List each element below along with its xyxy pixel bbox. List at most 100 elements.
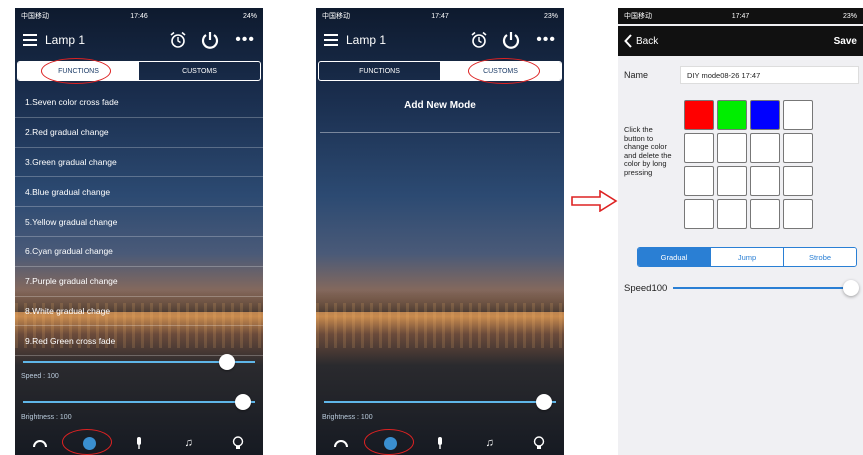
empty-color-slot[interactable]: [783, 133, 813, 163]
status-bar: 中国移动 17:46 24%: [15, 8, 263, 24]
chevron-left-icon: [624, 34, 632, 48]
function-list-item[interactable]: 4.Blue gradual change: [15, 177, 263, 208]
speed-track: [673, 287, 851, 289]
empty-color-slot[interactable]: [750, 166, 780, 196]
speed-thumb[interactable]: [843, 280, 859, 296]
lamp-title: Lamp 1: [45, 33, 86, 47]
empty-color-slot[interactable]: [684, 133, 714, 163]
function-list: 1.Seven color cross fade 2.Red gradual ch…: [15, 88, 263, 357]
speed-slider[interactable]: [23, 354, 255, 370]
color-hint-text: Click the button to change color and del…: [624, 125, 672, 177]
gauge-icon[interactable]: [328, 433, 354, 453]
function-list-item[interactable]: 5.Yellow gradual change: [15, 207, 263, 237]
music-icon[interactable]: ♫: [477, 433, 503, 453]
status-time: 17:47: [431, 12, 449, 20]
phone-customs-screen: 中国移动 17:47 23% Lamp 1 ••• FUNCTIONS CUST…: [316, 8, 564, 455]
color-dot-icon[interactable]: [76, 433, 102, 453]
empty-color-slot[interactable]: [717, 133, 747, 163]
tab-functions[interactable]: FUNCTIONS: [18, 62, 139, 80]
tab-strobe[interactable]: Strobe: [783, 248, 856, 266]
tab-jump[interactable]: Jump: [710, 248, 783, 266]
name-row: Name DIY mode08-26 17:47: [624, 66, 859, 84]
color-swatch[interactable]: [750, 100, 780, 130]
right-arrow-icon: [570, 189, 618, 213]
empty-color-slot[interactable]: [783, 166, 813, 196]
function-list-item[interactable]: 1.Seven color cross fade: [15, 88, 263, 118]
name-field[interactable]: DIY mode08-26 17:47: [680, 66, 859, 84]
alarm-clock-icon[interactable]: [468, 29, 490, 51]
function-list-item[interactable]: 7.Purple gradual change: [15, 267, 263, 297]
power-icon[interactable]: [500, 29, 522, 51]
power-icon[interactable]: [199, 29, 221, 51]
color-dot-icon[interactable]: [377, 433, 403, 453]
water-reflection: [316, 303, 564, 348]
mic-icon[interactable]: [126, 433, 152, 453]
function-list-item[interactable]: 9.Red Green cross fade: [15, 326, 263, 357]
speed-thumb[interactable]: [219, 354, 235, 370]
status-time: 17:47: [731, 12, 750, 20]
tutorial-composite: 中国移动 17:46 24% Lamp 1 ••• FUNCTIONS CUST…: [0, 0, 863, 455]
tab-functions[interactable]: FUNCTIONS: [319, 62, 440, 80]
function-list-item[interactable]: 2.Red gradual change: [15, 118, 263, 148]
brightness-label: Brightness : 100: [322, 414, 373, 421]
status-carrier: 中国移动: [21, 13, 49, 20]
tab-customs[interactable]: CUSTOMS: [139, 62, 260, 80]
color-swatch[interactable]: [717, 100, 747, 130]
status-bar: 中国移动 17:47 23%: [316, 8, 564, 24]
empty-color-slot[interactable]: [684, 166, 714, 196]
status-bar: 中国移动 17:47 23%: [618, 8, 863, 24]
brightness-slider[interactable]: [23, 394, 255, 410]
color-swatch[interactable]: [684, 100, 714, 130]
empty-color-slot[interactable]: [750, 133, 780, 163]
function-list-item[interactable]: 6.Cyan gradual change: [15, 237, 263, 267]
status-carrier: 中国移动: [624, 13, 652, 20]
name-label: Name: [624, 70, 649, 80]
tab-customs[interactable]: CUSTOMS: [440, 62, 561, 80]
phone-functions-screen: 中国移动 17:46 24% Lamp 1 ••• FUNCTIONS CUST…: [15, 8, 263, 455]
bulb-icon[interactable]: [225, 433, 251, 453]
back-label: Back: [636, 35, 659, 47]
empty-color-slot[interactable]: [684, 199, 714, 229]
lamp-title: Lamp 1: [346, 33, 387, 47]
tab-gradual[interactable]: Gradual: [638, 248, 710, 266]
status-battery: 23%: [544, 12, 559, 20]
function-list-item[interactable]: 3.Green gradual change: [15, 148, 263, 178]
transition-mode-tabs: Gradual Jump Strobe: [637, 247, 857, 267]
bottom-tab-bar: ♫: [316, 431, 564, 455]
back-button[interactable]: Back: [624, 34, 834, 48]
status-battery: 23%: [843, 12, 858, 20]
top-bar: Lamp 1 •••: [316, 26, 564, 54]
color-grid: [684, 100, 813, 229]
speed-slider[interactable]: [673, 280, 859, 296]
brightness-track: [23, 401, 255, 403]
empty-color-slot[interactable]: [750, 199, 780, 229]
bulb-icon[interactable]: [526, 433, 552, 453]
function-list-item[interactable]: 8.White gradual chage: [15, 297, 263, 327]
gauge-icon[interactable]: [27, 433, 53, 453]
empty-color-slot[interactable]: [717, 199, 747, 229]
color-swatch[interactable]: [783, 100, 813, 130]
more-options-icon[interactable]: •••: [235, 31, 255, 49]
speed-label: Speed100: [624, 282, 668, 294]
music-icon[interactable]: ♫: [176, 433, 202, 453]
menu-icon[interactable]: [324, 34, 338, 46]
mode-tabs: FUNCTIONS CUSTOMS: [318, 61, 562, 81]
more-options-icon[interactable]: •••: [536, 31, 556, 49]
empty-color-slot[interactable]: [783, 199, 813, 229]
add-new-mode-button[interactable]: Add New Mode: [316, 100, 564, 111]
empty-color-slot[interactable]: [717, 166, 747, 196]
menu-icon[interactable]: [23, 34, 37, 46]
brightness-track: [324, 401, 556, 403]
brightness-thumb[interactable]: [235, 394, 251, 410]
phone-diy-mode-screen: 中国移动 17:47 23% Back Save Name DIY mode08…: [618, 8, 863, 455]
mode-tabs: FUNCTIONS CUSTOMS: [17, 61, 261, 81]
alarm-clock-icon[interactable]: [167, 29, 189, 51]
brightness-slider[interactable]: [324, 394, 556, 410]
status-time: 17:46: [130, 12, 148, 20]
brightness-label: Brightness : 100: [21, 414, 72, 421]
save-button[interactable]: Save: [834, 36, 857, 47]
speed-row: Speed100: [624, 280, 859, 296]
nav-bar: Back Save: [618, 26, 863, 56]
brightness-thumb[interactable]: [536, 394, 552, 410]
mic-icon[interactable]: [427, 433, 453, 453]
